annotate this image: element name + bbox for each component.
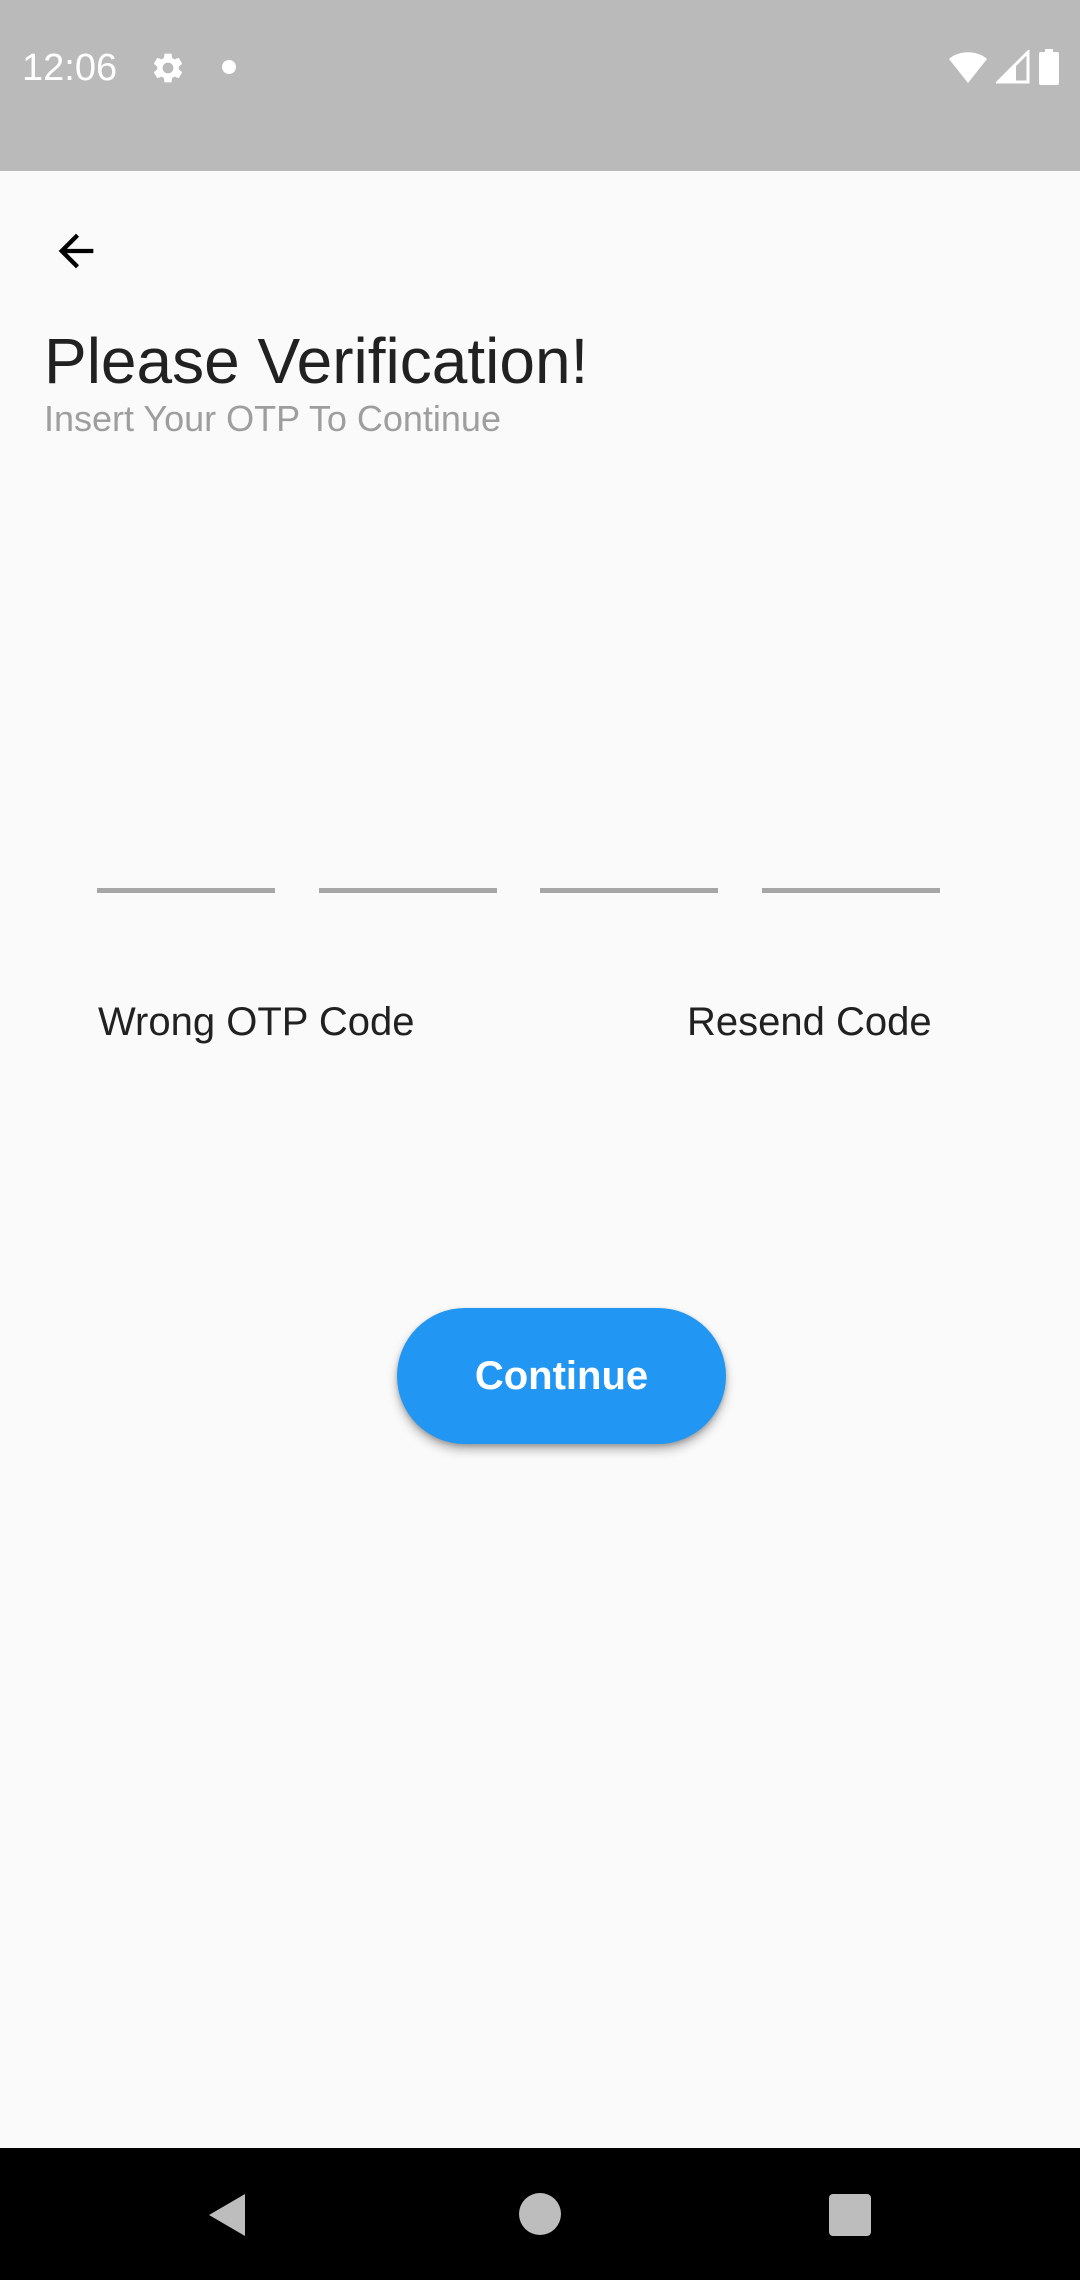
- otp-digit-2[interactable]: [319, 823, 497, 893]
- status-bar: 12:06: [0, 0, 1080, 171]
- wrong-otp-code-link[interactable]: Wrong OTP Code: [98, 997, 414, 1047]
- otp-digit-4[interactable]: [762, 823, 940, 893]
- battery-icon: [1039, 49, 1059, 85]
- page-subtitle: Insert Your OTP To Continue: [44, 398, 501, 439]
- nav-back-icon[interactable]: [205, 2192, 251, 2238]
- nav-recents-icon[interactable]: [829, 2194, 871, 2236]
- gear-icon: [153, 53, 183, 83]
- otp-digit-3[interactable]: [540, 823, 718, 893]
- otp-digit-1[interactable]: [97, 823, 275, 893]
- notification-dot-icon: [222, 60, 236, 74]
- continue-button[interactable]: Continue: [397, 1308, 726, 1444]
- navigation-bar: [0, 2148, 1080, 2280]
- status-icons: [948, 48, 1060, 86]
- page-title: Please Verification!: [44, 325, 589, 397]
- resend-code-link[interactable]: Resend Code: [687, 997, 932, 1047]
- nav-home-icon[interactable]: [519, 2193, 561, 2235]
- status-time: 12:06: [22, 47, 118, 89]
- arrow-back-icon: [58, 233, 94, 269]
- verification-screen: Please Verification! Insert Your OTP To …: [0, 171, 1080, 2148]
- signal-icon: [996, 50, 1030, 84]
- wifi-icon: [949, 52, 987, 83]
- back-button[interactable]: [40, 215, 112, 287]
